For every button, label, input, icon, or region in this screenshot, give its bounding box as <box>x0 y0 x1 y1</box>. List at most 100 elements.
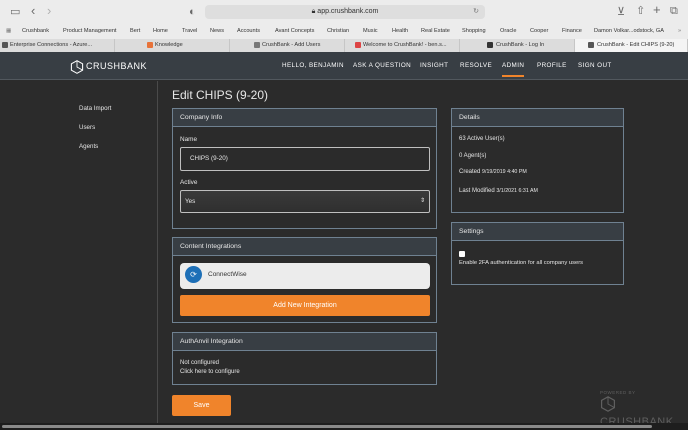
new-tab-icon[interactable]: + <box>653 3 661 16</box>
logo-hex-icon <box>70 59 84 74</box>
bookmark-item[interactable]: Finance <box>562 28 582 34</box>
bookmark-item[interactable]: Damon Volkar...odstock, GA <box>594 28 664 34</box>
page-title: Edit CHIPS (9-20) <box>172 88 269 102</box>
bookmark-item[interactable]: Avant Concepts <box>275 28 314 34</box>
authanvil-status: Not configured <box>180 360 220 366</box>
details-header: Details <box>452 109 623 127</box>
tab-favicon-icon <box>147 42 153 48</box>
bookmark-item[interactable]: Music <box>363 28 378 34</box>
browser-chrome: ▭ ‹ › ◐ 🔒︎ app.crushbank.com ↻ ⊻ ⇧ + ⧉ ▦… <box>0 0 688 52</box>
content-integrations-panel: Content Integrations ⟳ ConnectWise Add N… <box>172 237 437 323</box>
bookmark-item[interactable]: Shopping <box>462 28 486 34</box>
enable-2fa-label: Enable 2FA authentication for all compan… <box>459 260 584 266</box>
tab-label: CrushBank - Edit CHIPS (9-20) <box>597 42 675 48</box>
active-label: Active <box>180 179 198 186</box>
browser-tab[interactable]: Knowledge <box>115 39 230 52</box>
logo-hex-icon <box>601 396 615 412</box>
details-panel: Details 63 Active User(s) 0 Agent(s) Cre… <box>451 108 624 213</box>
sidebar-toggle-icon[interactable]: ▭ <box>10 6 20 18</box>
integration-connectwise[interactable]: ⟳ ConnectWise <box>180 263 430 289</box>
tab-label: CrushBank - Log In <box>496 42 545 48</box>
tab-favicon-icon <box>2 42 8 48</box>
tab-favicon-icon <box>487 42 493 48</box>
bookmark-item[interactable]: Cooper <box>530 28 548 34</box>
forward-icon[interactable]: › <box>47 4 51 17</box>
reload-icon[interactable]: ↻ <box>473 5 479 19</box>
nav-insight[interactable]: INSIGHT <box>420 52 448 80</box>
bookmarks-bar: ▦ Crushbank Product Management Bert Home… <box>0 27 688 37</box>
configure-link[interactable]: Click here to configure <box>180 369 240 375</box>
settings-header: Settings <box>452 223 623 241</box>
browser-tab-active[interactable]: CrushBank - Edit CHIPS (9-20) <box>575 39 688 52</box>
tab-label: Enterprise Connections - Azure... <box>10 42 93 48</box>
tab-favicon-icon <box>355 42 361 48</box>
created-label: Created <box>459 169 481 175</box>
sidebar-item-users[interactable]: Users <box>79 124 95 131</box>
settings-panel: Settings Enable 2FA authentication for a… <box>451 222 624 285</box>
nav-ask-a-question[interactable]: ASK A QUESTION <box>353 52 411 80</box>
admin-sidebar: Data Import Users Agents <box>0 81 158 423</box>
created-row: Created 9/19/2019 4:40 PM <box>459 169 527 175</box>
horizontal-scrollbar[interactable] <box>0 423 688 430</box>
browser-tab[interactable]: CrushBank - Log In <box>460 39 575 52</box>
save-button[interactable]: Save <box>172 395 231 416</box>
bookmark-item[interactable]: Travel <box>182 28 197 34</box>
browser-tab[interactable]: CrushBank - Add Users <box>230 39 345 52</box>
browser-tab[interactable]: Enterprise Connections - Azure... <box>0 39 115 52</box>
grid-icon[interactable]: ▦ <box>6 28 11 34</box>
tab-favicon-icon <box>588 42 594 48</box>
bookmark-item[interactable]: Home <box>153 28 168 34</box>
nav-sign-out[interactable]: SIGN OUT <box>578 52 612 80</box>
bookmark-item[interactable]: Oracle <box>500 28 516 34</box>
bookmark-item[interactable]: Product Management <box>63 28 116 34</box>
add-new-integration-button[interactable]: Add New Integration <box>180 295 430 316</box>
share-icon[interactable]: ⇧ <box>636 5 645 17</box>
authanvil-header: AuthAnvil Integration <box>173 333 436 351</box>
enable-2fa-checkbox[interactable] <box>459 251 465 257</box>
url-bar[interactable]: 🔒︎ app.crushbank.com ↻ <box>205 5 485 19</box>
nav-profile[interactable]: PROFILE <box>537 52 567 80</box>
more-bookmarks-icon[interactable]: » <box>678 28 681 34</box>
company-name-input[interactable]: CHIPS (9-20) <box>180 147 430 171</box>
connectwise-icon: ⟳ <box>185 266 202 283</box>
lock-icon: 🔒︎ <box>311 8 316 15</box>
nav-resolve[interactable]: RESOLVE <box>460 52 492 80</box>
sidebar-item-data-import[interactable]: Data Import <box>79 105 111 112</box>
authanvil-panel: AuthAnvil Integration Not configured Cli… <box>172 332 437 385</box>
created-value: 9/19/2019 4:40 PM <box>482 169 527 175</box>
tab-favicon-icon <box>254 42 260 48</box>
bookmark-item[interactable]: Health <box>392 28 408 34</box>
bookmark-item[interactable]: Real Estate <box>421 28 450 34</box>
tab-label: Welcome to CrushBank! - ben.s... <box>363 42 447 48</box>
modified-label: Last Modified <box>459 188 495 194</box>
bookmark-item[interactable]: News <box>210 28 224 34</box>
crushbank-logo[interactable]: CRUSHBANK <box>70 58 147 74</box>
url-text: app.crushbank.com <box>317 8 379 15</box>
tab-label: Knowledge <box>155 42 183 48</box>
bookmark-item[interactable]: Christian <box>327 28 349 34</box>
logo-text: CRUSHBANK <box>86 61 148 71</box>
nav-hello-user[interactable]: HELLO, BENJAMIN <box>282 52 344 80</box>
back-icon[interactable]: ‹ <box>31 4 35 17</box>
browser-tab[interactable]: Welcome to CrushBank! - ben.s... <box>345 39 460 52</box>
modified-value: 3/1/2021 6:31 AM <box>496 188 538 194</box>
company-info-header: Company Info <box>173 109 436 127</box>
nav-admin[interactable]: ADMIN <box>502 52 525 77</box>
app-navbar: CRUSHBANK HELLO, BENJAMIN ASK A QUESTION… <box>0 52 688 80</box>
company-info-panel: Company Info Name CHIPS (9-20) Active Ye… <box>172 108 437 229</box>
tab-label: CrushBank - Add Users <box>262 42 321 48</box>
active-select-value: Yes <box>185 198 196 205</box>
integration-name: ConnectWise <box>208 271 247 278</box>
active-select[interactable]: Yes ⇕ <box>180 190 430 213</box>
privacy-shield-icon[interactable]: ◐ <box>189 6 196 18</box>
bookmark-item[interactable]: Bert <box>130 28 140 34</box>
sidebar-item-agents[interactable]: Agents <box>79 143 98 150</box>
bookmark-item[interactable]: Crushbank <box>22 28 49 34</box>
content-integrations-header: Content Integrations <box>173 238 436 256</box>
tab-overview-icon[interactable]: ⧉ <box>670 5 678 17</box>
scrollbar-thumb[interactable] <box>2 425 652 428</box>
name-label: Name <box>180 136 198 143</box>
download-icon[interactable]: ⊻ <box>617 6 625 18</box>
bookmark-item[interactable]: Accounts <box>237 28 260 34</box>
modified-row: Last Modified 3/1/2021 6:31 AM <box>459 188 538 194</box>
